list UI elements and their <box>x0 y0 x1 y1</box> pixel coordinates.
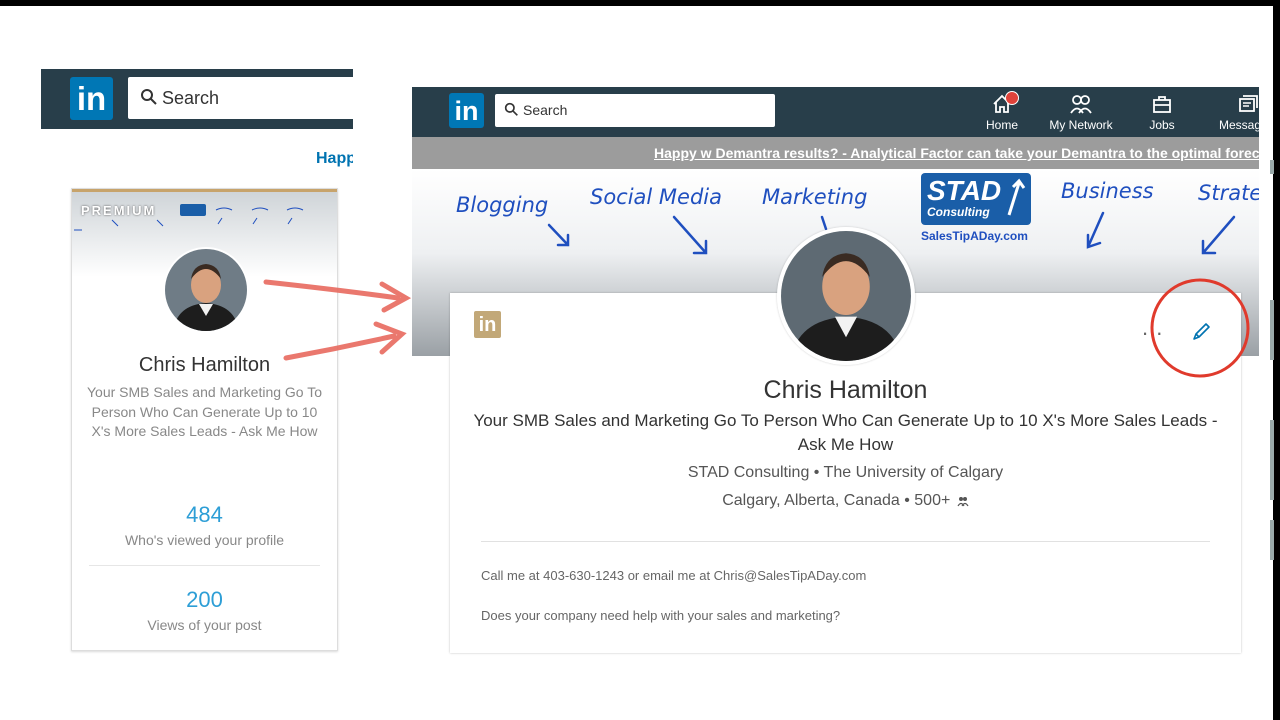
red-arrow-annotation <box>263 279 412 361</box>
red-circle-annotation <box>1150 278 1250 378</box>
annotation-overlay <box>263 278 1250 378</box>
